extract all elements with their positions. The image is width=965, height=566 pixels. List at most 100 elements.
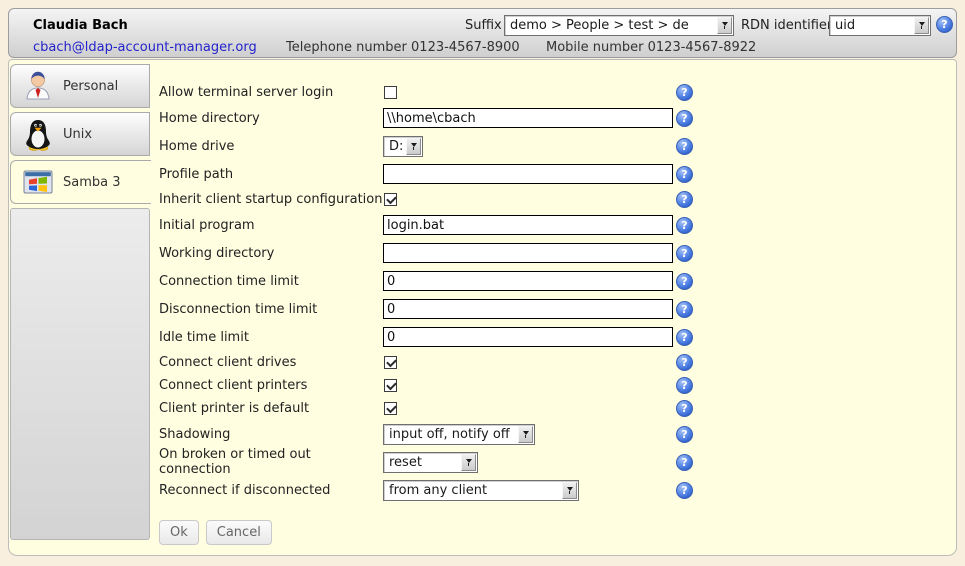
help-icon[interactable]: ? <box>676 354 693 371</box>
sidebar-tab-personal[interactable]: Personal <box>10 64 150 108</box>
shadowing-select[interactable]: input off, notify off <box>383 424 535 445</box>
initial-program-input[interactable] <box>383 215 673 235</box>
main-panel: Personal Unix Samba 3 Allow terminal serve… <box>8 59 957 556</box>
email-link[interactable]: cbach@ldap-account-manager.org <box>33 40 257 55</box>
sidebar-tab-label: Personal <box>63 79 118 94</box>
help-icon[interactable]: ? <box>676 138 693 155</box>
chevron-down-icon[interactable] <box>717 17 732 34</box>
form-row-shadowing: Shadowinginput off, notify off? <box>159 420 949 448</box>
field-label: Home directory <box>159 111 383 126</box>
header: Claudia Bach cbach@ldap-account-manager.… <box>8 8 957 58</box>
help-icon[interactable]: ? <box>676 191 693 208</box>
page-title: Claudia Bach <box>33 18 128 33</box>
field-label: Connect client printers <box>159 378 383 393</box>
profile-path-input[interactable] <box>383 164 673 184</box>
rdn-identifier-label: RDN identifier <box>741 18 832 33</box>
form-rows: Allow terminal server login? Home directo… <box>159 81 949 504</box>
field-label: Home drive <box>159 139 383 154</box>
help-icon[interactable]: ? <box>676 273 693 290</box>
help-icon[interactable]: ? <box>676 377 693 394</box>
idle-time-limit-input[interactable] <box>383 327 673 347</box>
field-label: Connection time limit <box>159 274 383 289</box>
chevron-down-icon[interactable] <box>562 482 577 499</box>
form-row-initial-program: Initial program? <box>159 211 949 239</box>
field-label: Disconnection time limit <box>159 302 383 317</box>
field-control <box>383 193 676 206</box>
disconnection-time-limit-input[interactable] <box>383 299 673 319</box>
form-row-home-drive: Home driveD:? <box>159 132 949 160</box>
field-control: D: <box>383 136 676 157</box>
form-buttons: Ok Cancel <box>159 520 949 545</box>
cancel-button[interactable]: Cancel <box>206 520 272 545</box>
sidebar-tab-label: Unix <box>63 127 92 142</box>
lam-user-edit-page: Claudia Bach cbach@ldap-account-manager.… <box>0 0 965 566</box>
chevron-down-icon[interactable] <box>461 454 476 471</box>
field-control <box>383 379 676 392</box>
field-label: Idle time limit <box>159 330 383 345</box>
field-control <box>383 271 676 291</box>
help-icon[interactable]: ? <box>676 400 693 417</box>
suffix-select-value: demo > People > test > de <box>505 18 717 33</box>
field-control <box>383 299 676 319</box>
form-row-working-directory: Working directory? <box>159 239 949 267</box>
windows-icon <box>21 165 55 199</box>
form-row-connection-time-limit: Connection time limit? <box>159 267 949 295</box>
mobile-number: Mobile number 0123-4567-8922 <box>546 40 756 55</box>
form-row-allow-terminal-server-login: Allow terminal server login? <box>159 81 949 104</box>
penguin-icon <box>21 117 55 151</box>
help-icon[interactable]: ? <box>676 329 693 346</box>
suffix-select[interactable]: demo > People > test > de <box>504 15 734 36</box>
field-control <box>383 86 676 99</box>
help-icon[interactable]: ? <box>676 301 693 318</box>
field-label: Initial program <box>159 218 383 233</box>
shadowing-select-value: input off, notify off <box>384 427 518 442</box>
help-icon[interactable]: ? <box>676 245 693 262</box>
person-icon <box>21 69 55 103</box>
home-drive-select[interactable]: D: <box>383 136 423 157</box>
ok-button[interactable]: Ok <box>159 520 199 545</box>
sidebar-filler <box>10 208 150 540</box>
rdn-identifier-select[interactable]: uid <box>829 15 931 36</box>
sidebar-tab-samba-3[interactable]: Samba 3 <box>10 160 151 204</box>
sidebar-tab-unix[interactable]: Unix <box>10 112 150 156</box>
help-icon[interactable]: ? <box>676 482 693 499</box>
field-control <box>383 243 676 263</box>
home-drive-select-value: D: <box>384 139 406 154</box>
help-icon[interactable]: ? <box>676 166 693 183</box>
field-control: from any client <box>383 480 676 501</box>
inherit-client-startup-configuration-checkbox[interactable] <box>384 193 397 206</box>
connect-client-drives-checkbox[interactable] <box>384 356 397 369</box>
help-icon[interactable]: ? <box>676 84 693 101</box>
allow-terminal-server-login-checkbox[interactable] <box>384 86 397 99</box>
on-broken-or-timed-out-connection-select-value: reset <box>384 455 461 470</box>
on-broken-or-timed-out-connection-select[interactable]: reset <box>383 452 478 473</box>
working-directory-input[interactable] <box>383 243 673 263</box>
chevron-down-icon[interactable] <box>914 17 929 34</box>
field-label: Connect client drives <box>159 355 383 370</box>
form-row-connect-client-drives: Connect client drives? <box>159 351 949 374</box>
chevron-down-icon[interactable] <box>406 138 421 155</box>
help-icon[interactable]: ? <box>676 217 693 234</box>
field-label: Client printer is default <box>159 401 383 416</box>
help-icon[interactable]: ? <box>676 454 693 471</box>
sidebar-tabs: Personal Unix Samba 3 <box>10 64 151 540</box>
reconnect-if-disconnected-select[interactable]: from any client <box>383 480 579 501</box>
help-icon[interactable]: ? <box>676 426 693 443</box>
suffix-label: Suffix <box>465 18 502 33</box>
form-row-profile-path: Profile path? <box>159 160 949 188</box>
help-icon[interactable]: ? <box>936 16 953 33</box>
field-control <box>383 215 676 235</box>
field-label: Shadowing <box>159 427 383 442</box>
form-row-disconnection-time-limit: Disconnection time limit? <box>159 295 949 323</box>
client-printer-is-default-checkbox[interactable] <box>384 402 397 415</box>
connection-time-limit-input[interactable] <box>383 271 673 291</box>
connect-client-printers-checkbox[interactable] <box>384 379 397 392</box>
home-directory-input[interactable] <box>383 108 673 128</box>
field-label: Inherit client startup configuration <box>159 192 383 207</box>
help-icon[interactable]: ? <box>676 110 693 127</box>
form-row-idle-time-limit: Idle time limit? <box>159 323 949 351</box>
chevron-down-icon[interactable] <box>518 426 533 443</box>
telephone-number: Telephone number 0123-4567-8900 <box>286 40 520 55</box>
field-label: Allow terminal server login <box>159 85 383 100</box>
sidebar-tab-label: Samba 3 <box>63 175 121 190</box>
